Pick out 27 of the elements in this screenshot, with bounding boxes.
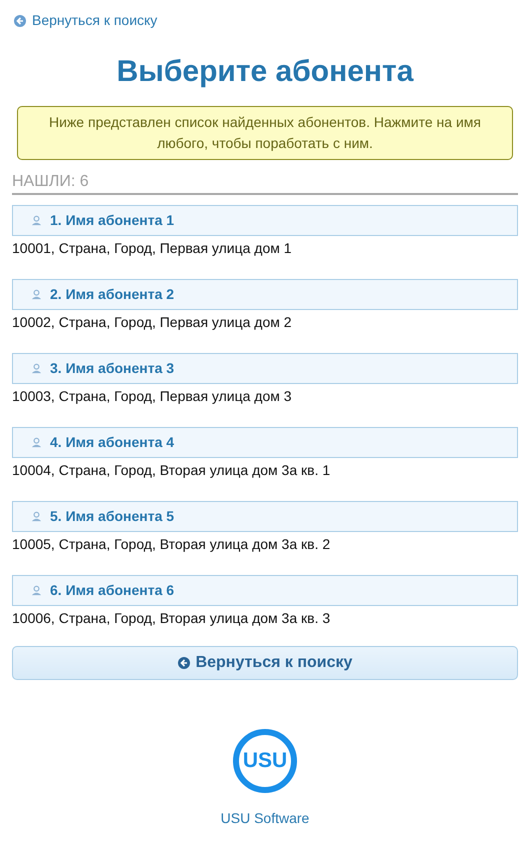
user-icon	[31, 510, 42, 522]
subscriber-address: 10002, Страна, Город, Первая улица дом 2	[12, 312, 293, 332]
subscriber-address: 10006, Страна, Город, Вторая улица дом 3а кв. 3	[12, 608, 332, 628]
subscriber-address: 10001, Страна, Город, Первая улица дом 1	[12, 238, 293, 258]
subscriber-name[interactable]: 2. Имя абонента 2	[12, 278, 518, 310]
subscriber-address: 10004, Страна, Город, Вторая улица дом 3а кв. 1	[12, 460, 332, 480]
back-button[interactable]: Вернуться к поиску	[12, 646, 518, 680]
subscriber-name[interactable]: 3. Имя абонента 3	[12, 352, 518, 384]
found-count: НАШЛИ: 6	[12, 172, 518, 194]
notice-box: Ниже представлен список найденных абонентов. Нажмите на имя любого, чтобы поработать с ним.	[17, 106, 513, 160]
company-name: USU Software	[220, 808, 310, 828]
user-icon	[31, 584, 42, 596]
user-icon	[31, 436, 42, 448]
back-link[interactable]: Вернуться к поиску	[14, 10, 158, 31]
subscriber-name[interactable]: 4. Имя абонента 4	[12, 426, 518, 458]
logo: USU	[233, 728, 297, 792]
subscriber-address: 10005, Страна, Город, Вторая улица дом 3а кв. 2	[12, 534, 332, 554]
subscriber-name[interactable]: 1. Имя абонента 1	[12, 204, 518, 236]
subscriber-name[interactable]: 6. Имя абонента 6	[12, 574, 518, 606]
page-title: Выберите абонента	[116, 54, 415, 90]
user-icon	[31, 214, 42, 226]
back-arrow-icon	[14, 14, 26, 26]
user-icon	[31, 362, 42, 374]
subscriber-address: 10003, Страна, Город, Первая улица дом 3	[12, 386, 293, 406]
back-arrow-icon	[178, 656, 190, 668]
user-icon	[31, 288, 42, 300]
subscriber-name[interactable]: 5. Имя абонента 5	[12, 500, 518, 532]
